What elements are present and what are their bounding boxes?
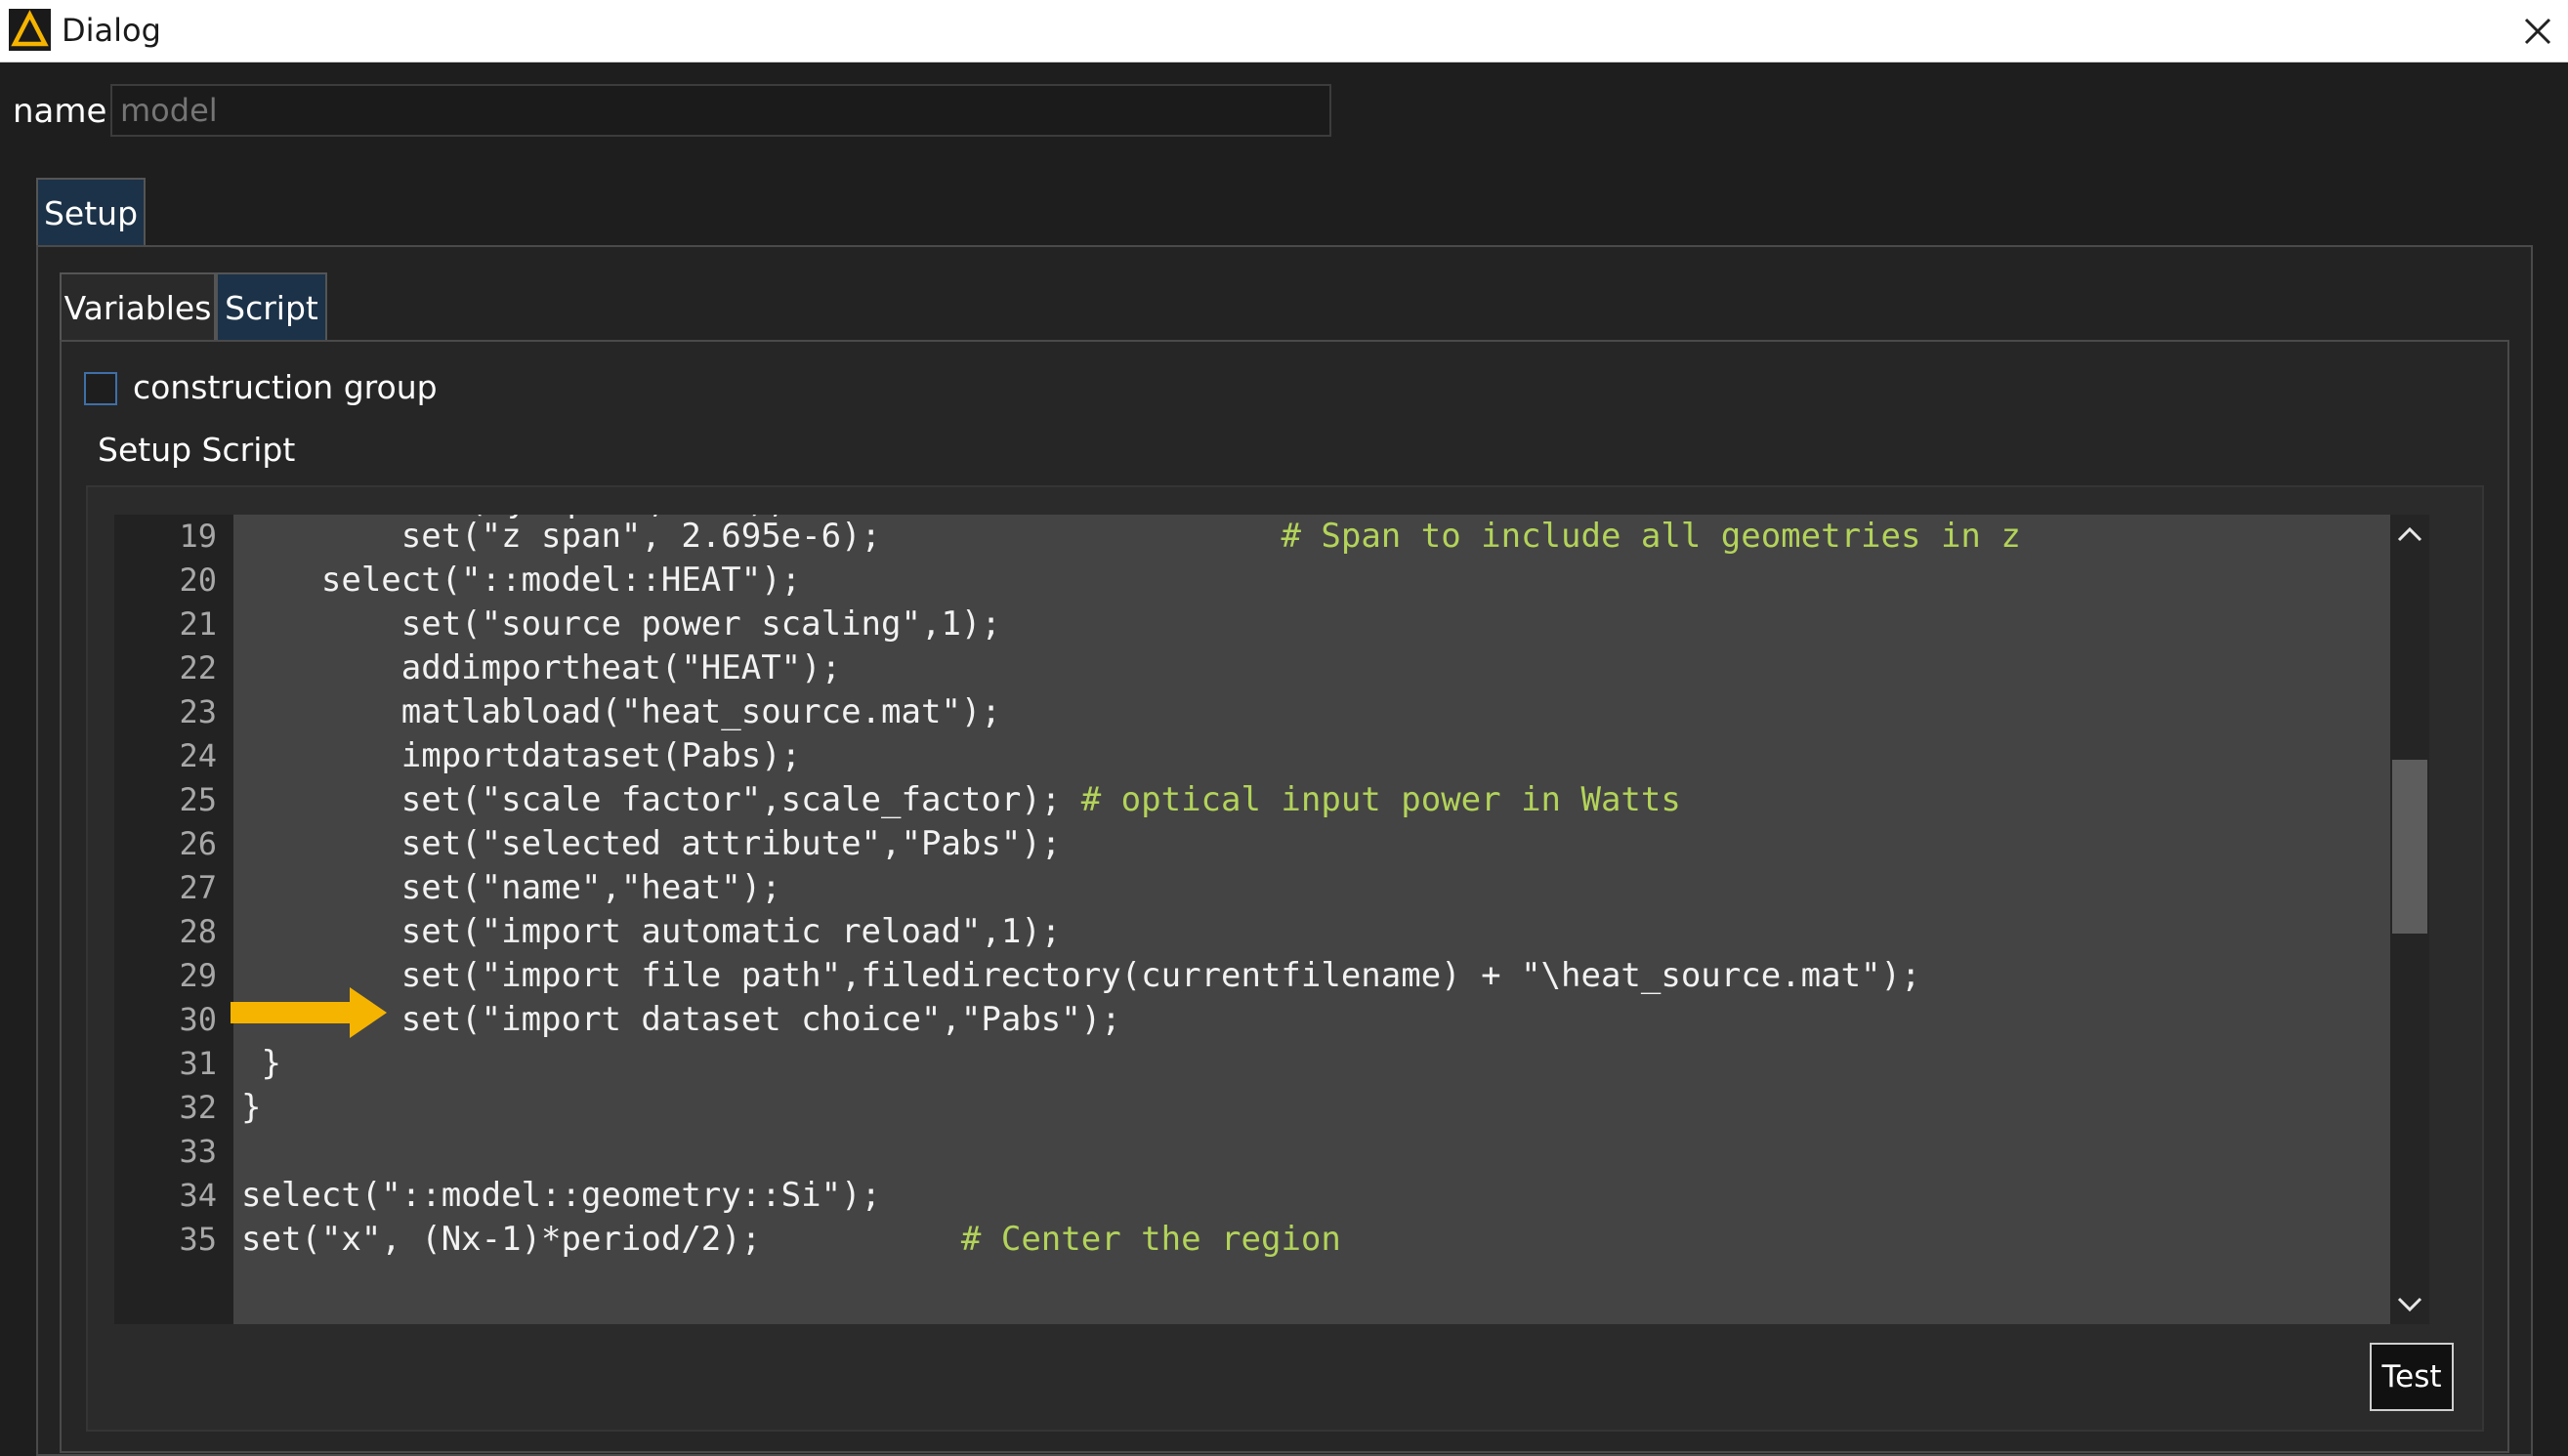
code-line: matlabload("heat_source.mat"); [241,690,1001,734]
code-text: } [241,1088,262,1127]
code-text: set("scale factor",scale_factor); [241,780,1081,819]
code-text: } [241,1044,281,1083]
code-text: set("source power scaling",1); [241,604,1001,644]
code-editor[interactable]: 19 20 21 22 23 24 25 26 27 28 29 30 31 32 33 34 35 set("… [114,515,2429,1324]
code-text-area[interactable]: set("y span", ...); set("z span", 2.695e… [233,515,2390,1324]
chevron-up-icon [2397,526,2422,542]
chevron-down-icon [2397,1297,2422,1312]
line-number: 19 [179,518,217,555]
tab-setup[interactable]: Setup [36,178,146,246]
code-line: set("import automatic reload",1); [241,910,1062,954]
scrollbar-thumb[interactable] [2392,760,2427,934]
code-line: set("name","heat"); [241,866,781,910]
code-text: set("import automatic reload",1); [241,912,1062,951]
line-number: 27 [179,869,217,906]
code-text: select("::model::geometry::Si"); [241,1176,882,1215]
tab-variables-label: Variables [63,289,212,327]
tab-variables[interactable]: Variables [60,272,216,341]
code-text: set("import file path",filedirectory(cur… [241,956,1921,995]
line-number: 30 [179,1001,217,1038]
code-line: importdataset(Pabs); [241,734,801,778]
code-line: set("selected attribute","Pabs"); [241,822,1062,866]
name-label: name [13,92,107,131]
test-button[interactable]: Test [2370,1343,2454,1411]
name-input[interactable] [110,84,1331,137]
setup-script-label: Setup Script [98,431,296,469]
line-number: 23 [179,693,217,730]
app-logo-icon [9,9,51,51]
highlight-arrow-icon [231,987,387,1038]
line-number: 31 [179,1045,217,1082]
line-number: 24 [179,737,217,774]
line-number: 34 [179,1177,217,1214]
code-comment: # Center the region [960,1220,1341,1259]
code-text: select("::model::HEAT"); [241,561,802,600]
construction-group-label: construction group [133,368,438,406]
line-number: 35 [179,1221,217,1258]
code-text: addimportheat("HEAT"); [241,648,842,687]
line-number: 22 [179,649,217,686]
tab-setup-label: Setup [43,194,139,232]
code-line: select("::model::geometry::Si"); [241,1174,881,1218]
line-number: 20 [179,562,217,599]
tab-script-label: Script [225,289,318,327]
line-number: 29 [179,957,217,994]
close-button[interactable] [2507,0,2568,62]
code-text: matlabload("heat_source.mat"); [241,692,1001,731]
line-number: 33 [179,1133,217,1170]
code-text: importdataset(Pabs); [241,736,802,775]
line-number: 28 [179,913,217,950]
code-text: set("name","heat"); [241,868,781,907]
line-number: 21 [179,605,217,643]
code-line: set("z span", 2.695e-6); # Span to inclu… [241,515,2021,559]
code-text: set("z span", 2.695e-6); [241,517,1282,556]
code-line: set("import file path",filedirectory(cur… [241,954,1921,998]
title-bar: Dialog [0,0,2568,62]
window-title: Dialog [62,12,161,49]
construction-group-checkbox[interactable] [84,372,117,405]
line-number: 26 [179,825,217,862]
close-icon [2524,18,2551,44]
line-number: 25 [179,781,217,818]
code-line: set("source power scaling",1); [241,603,1001,646]
code-comment: # Span to include all geometries in z [1281,517,2021,556]
code-line: select("::model::HEAT"); [241,559,801,603]
code-comment: # optical input power in Watts [1080,780,1681,819]
code-text: set("selected attribute","Pabs"); [241,824,1062,863]
code-line: } [241,1042,281,1086]
code-text: set("x", (Nx-1)*period/2); [241,1220,961,1259]
code-line: } [241,1086,261,1130]
code-line: set("scale factor",scale_factor); # opti… [241,778,1681,822]
line-number: 32 [179,1089,217,1126]
code-line: set("x", (Nx-1)*period/2); # Center the … [241,1218,1341,1262]
code-line: addimportheat("HEAT"); [241,646,841,690]
line-number-gutter: 19 20 21 22 23 24 25 26 27 28 29 30 31 32 33 34 35 [114,515,233,1324]
vertical-scrollbar[interactable] [2390,515,2429,1324]
scroll-up-button[interactable] [2390,515,2429,554]
scroll-down-button[interactable] [2390,1285,2429,1324]
tab-script[interactable]: Script [216,272,327,341]
